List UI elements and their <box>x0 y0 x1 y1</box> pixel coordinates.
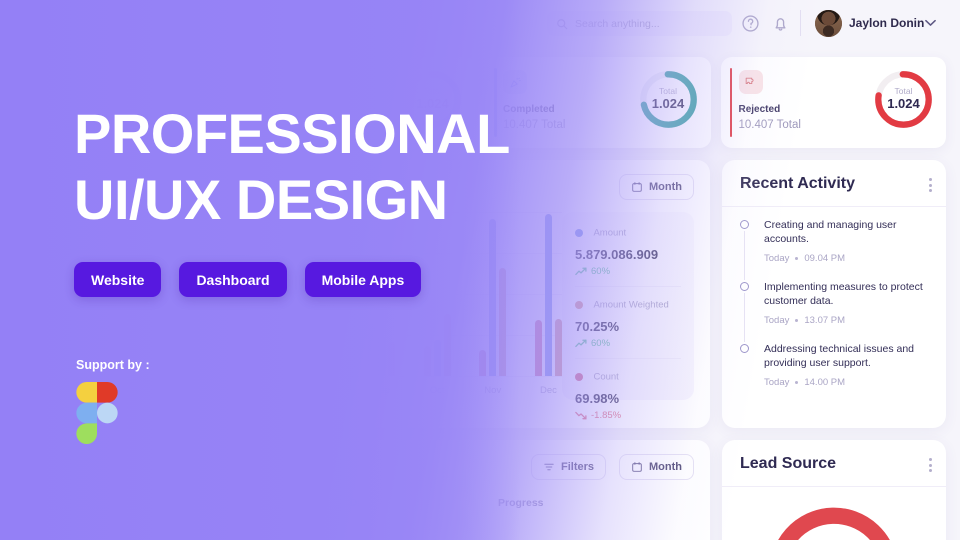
hero-title-line2: UI/UX DESIGN <box>74 168 448 231</box>
hero-title-line1: PROFESSIONAL <box>74 102 510 165</box>
figma-logo <box>76 382 118 444</box>
hero-cta-group: Website Dashboard Mobile Apps <box>74 262 422 297</box>
cta-dashboard[interactable]: Dashboard <box>179 262 287 297</box>
support-by-label: Support by : <box>76 358 150 372</box>
screenshot-stage: Dashboard Search anything... Jaylon Doni… <box>0 0 960 540</box>
hero-section: PROFESSIONAL UI/UX DESIGN Website Dashbo… <box>0 0 960 540</box>
cta-website[interactable]: Website <box>74 262 162 297</box>
hero-title: PROFESSIONAL UI/UX DESIGN <box>74 101 510 233</box>
cta-mobile-apps[interactable]: Mobile Apps <box>304 262 422 297</box>
